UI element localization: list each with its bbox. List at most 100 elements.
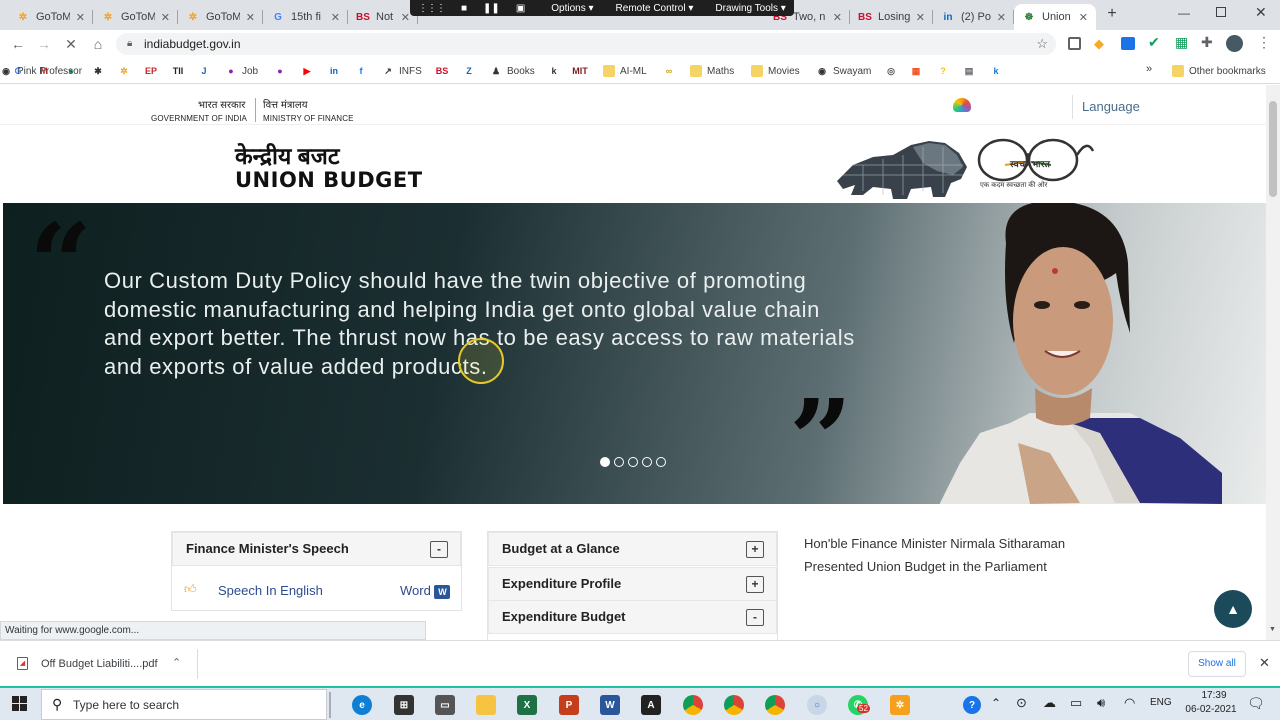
extension-blue-icon[interactable] [1121, 37, 1135, 50]
extensions-puzzle-icon[interactable]: ✚ [1201, 34, 1213, 51]
tray-chevron-icon[interactable]: ⌃ [991, 696, 1001, 710]
bookmark-item[interactable]: in [328, 63, 345, 79]
close-tab-icon[interactable]: ✕ [833, 11, 842, 24]
bookmark-item[interactable]: ▤ [963, 63, 980, 79]
bookmark-item[interactable]: ◎ [885, 63, 902, 79]
carousel-dot[interactable] [628, 457, 638, 467]
address-bar[interactable]: 🔒︎ indiabudget.gov.in ☆ [116, 33, 1056, 55]
scroll-down-icon[interactable]: ▼ [1269, 626, 1276, 633]
bookmark-item[interactable]: ♟ Books [490, 63, 535, 79]
bookmark-item[interactable]: EP [145, 63, 162, 79]
expand-toggle[interactable]: + [746, 576, 764, 593]
carousel-dot[interactable] [656, 457, 666, 467]
browser-tab[interactable]: BS Losing ✕ [850, 4, 933, 30]
bookmark-item[interactable]: MIT [572, 63, 591, 79]
language-selector[interactable]: Language [1082, 99, 1140, 114]
new-tab-button[interactable]: + [1104, 6, 1120, 22]
speech-english-link[interactable]: Speech In English [218, 583, 323, 598]
remote-control-menu[interactable]: Remote Control ▾ [602, 0, 702, 16]
bookmark-item[interactable]: k [548, 63, 565, 79]
close-tab-icon[interactable]: ✕ [246, 11, 255, 24]
back-button[interactable]: ← [9, 35, 27, 53]
collapse-toggle[interactable]: - [430, 541, 448, 558]
home-button[interactable]: ⌂ [89, 35, 107, 53]
more-bookmarks-button[interactable]: » [1146, 63, 1152, 75]
screen-share-icon[interactable]: ▣ [508, 0, 533, 16]
action-center-icon[interactable]: 🗨︎ [1247, 695, 1265, 712]
gotomeeting-taskbar-icon[interactable]: ✲ [890, 695, 910, 715]
carousel-dot[interactable] [600, 457, 610, 467]
close-downloads-icon[interactable]: ✕ [1259, 655, 1270, 671]
budget-panel-header[interactable]: Budget at a Glance + [488, 532, 777, 566]
acrobat-icon[interactable]: A [641, 695, 661, 715]
bookmark-item[interactable]: AI-ML [603, 63, 647, 79]
clock-time[interactable]: 17:39 [1194, 690, 1234, 701]
browser-tab[interactable]: BS Not a ✕ [348, 4, 418, 30]
close-tab-icon[interactable]: ✕ [76, 11, 85, 24]
budget-panel-header[interactable]: Expenditure Profile + [488, 567, 777, 601]
bookmark-item[interactable]: ● [274, 63, 291, 79]
sheets-icon[interactable]: ▦ [1175, 34, 1188, 51]
help-icon[interactable]: ? [963, 696, 981, 714]
bookmark-item[interactable]: Movies [751, 63, 800, 79]
browser-tab[interactable]: ☸ Union ✕ [1014, 4, 1096, 30]
bookmark-item[interactable]: ∞ [663, 63, 680, 79]
chrome-icon[interactable] [683, 695, 703, 715]
scrollbar-thumb[interactable] [1269, 101, 1277, 197]
close-tab-icon[interactable]: ✕ [1079, 11, 1088, 24]
clock-date[interactable]: 06-02-2021 [1180, 704, 1242, 715]
network-settings-icon[interactable]: ⊙ [1016, 695, 1027, 711]
stop-icon[interactable]: ■ [453, 0, 475, 16]
extension-icon[interactable] [1068, 37, 1081, 50]
forward-button[interactable]: → [35, 35, 53, 53]
budget-panel-header[interactable]: Expenditure Budget - [488, 600, 777, 634]
excel-icon[interactable]: X [517, 695, 537, 715]
bookmark-item[interactable]: ● Job [225, 63, 258, 79]
word-icon[interactable]: W [600, 695, 620, 715]
bookmark-item[interactable]: Z [463, 63, 480, 79]
logo-english[interactable]: UNION BUDGET [235, 168, 423, 192]
extension-shield-icon[interactable]: ◆ [1094, 36, 1104, 52]
close-tab-icon[interactable]: ✕ [161, 11, 170, 24]
scroll-to-top-button[interactable]: ▲ [1214, 590, 1252, 628]
store-icon[interactable]: ⊞ [394, 695, 414, 715]
volume-icon[interactable]: 🔊︎ [1097, 695, 1105, 711]
bookmark-item[interactable]: Maths [690, 63, 734, 79]
bookmark-item[interactable]: ◉ Swayam [816, 63, 871, 79]
maximize-button[interactable] [1216, 7, 1226, 17]
bookmark-item[interactable]: k [990, 63, 1007, 79]
close-tab-icon[interactable]: ✕ [401, 11, 410, 24]
minimize-button[interactable]: — [1178, 6, 1190, 20]
bookmark-item[interactable]: ✲ [118, 63, 135, 79]
menu-kebab-icon[interactable]: ⋮ [1257, 34, 1271, 51]
browser-tab[interactable]: in (2) Pos ✕ [933, 4, 1014, 30]
powerpoint-icon[interactable]: P [559, 695, 579, 715]
chrome-active-icon[interactable] [765, 695, 785, 715]
bookmark-item[interactable]: ? [937, 63, 954, 79]
bookmark-item[interactable]: ◉ Pink Professor [0, 63, 82, 79]
bookmark-item[interactable]: ▶ [301, 63, 318, 79]
bookmark-item[interactable]: TII [172, 63, 189, 79]
browser-tab[interactable]: ✲ GoToM ✕ [178, 4, 263, 30]
bookmark-item[interactable]: J [198, 63, 215, 79]
stop-loading-button[interactable]: ✕ [62, 35, 80, 53]
page-scrollbar[interactable]: ▼ [1266, 85, 1280, 640]
speech-panel-header[interactable]: Finance Minister's Speech - [172, 532, 461, 566]
windows-start-icon[interactable] [12, 696, 28, 712]
chrome-profile-icon[interactable] [724, 695, 744, 715]
close-tab-icon[interactable]: ✕ [331, 11, 340, 24]
bookmark-item[interactable]: ✱ [92, 63, 109, 79]
drawing-tools-menu[interactable]: Drawing Tools ▾ [701, 0, 793, 16]
expand-toggle[interactable]: - [746, 609, 764, 626]
edge-icon[interactable]: e [352, 695, 372, 715]
close-tab-icon[interactable]: ✕ [916, 11, 925, 24]
bookmark-item[interactable]: ▦ [910, 63, 927, 79]
file-explorer-icon[interactable] [476, 695, 496, 715]
browser-tab[interactable]: ✲ GoToM ✕ [93, 4, 178, 30]
bookmark-item[interactable]: f [355, 63, 372, 79]
taskbar-search-box[interactable]: ⚲ Type here to search [41, 689, 327, 720]
task-view-icon[interactable]: ▭ [435, 695, 455, 715]
input-language-label[interactable]: ENG [1150, 697, 1172, 708]
browser-tab[interactable]: G 15th fi ✕ [263, 4, 348, 30]
download-file-name[interactable]: Off Budget Liabiliti....pdf [41, 658, 158, 670]
